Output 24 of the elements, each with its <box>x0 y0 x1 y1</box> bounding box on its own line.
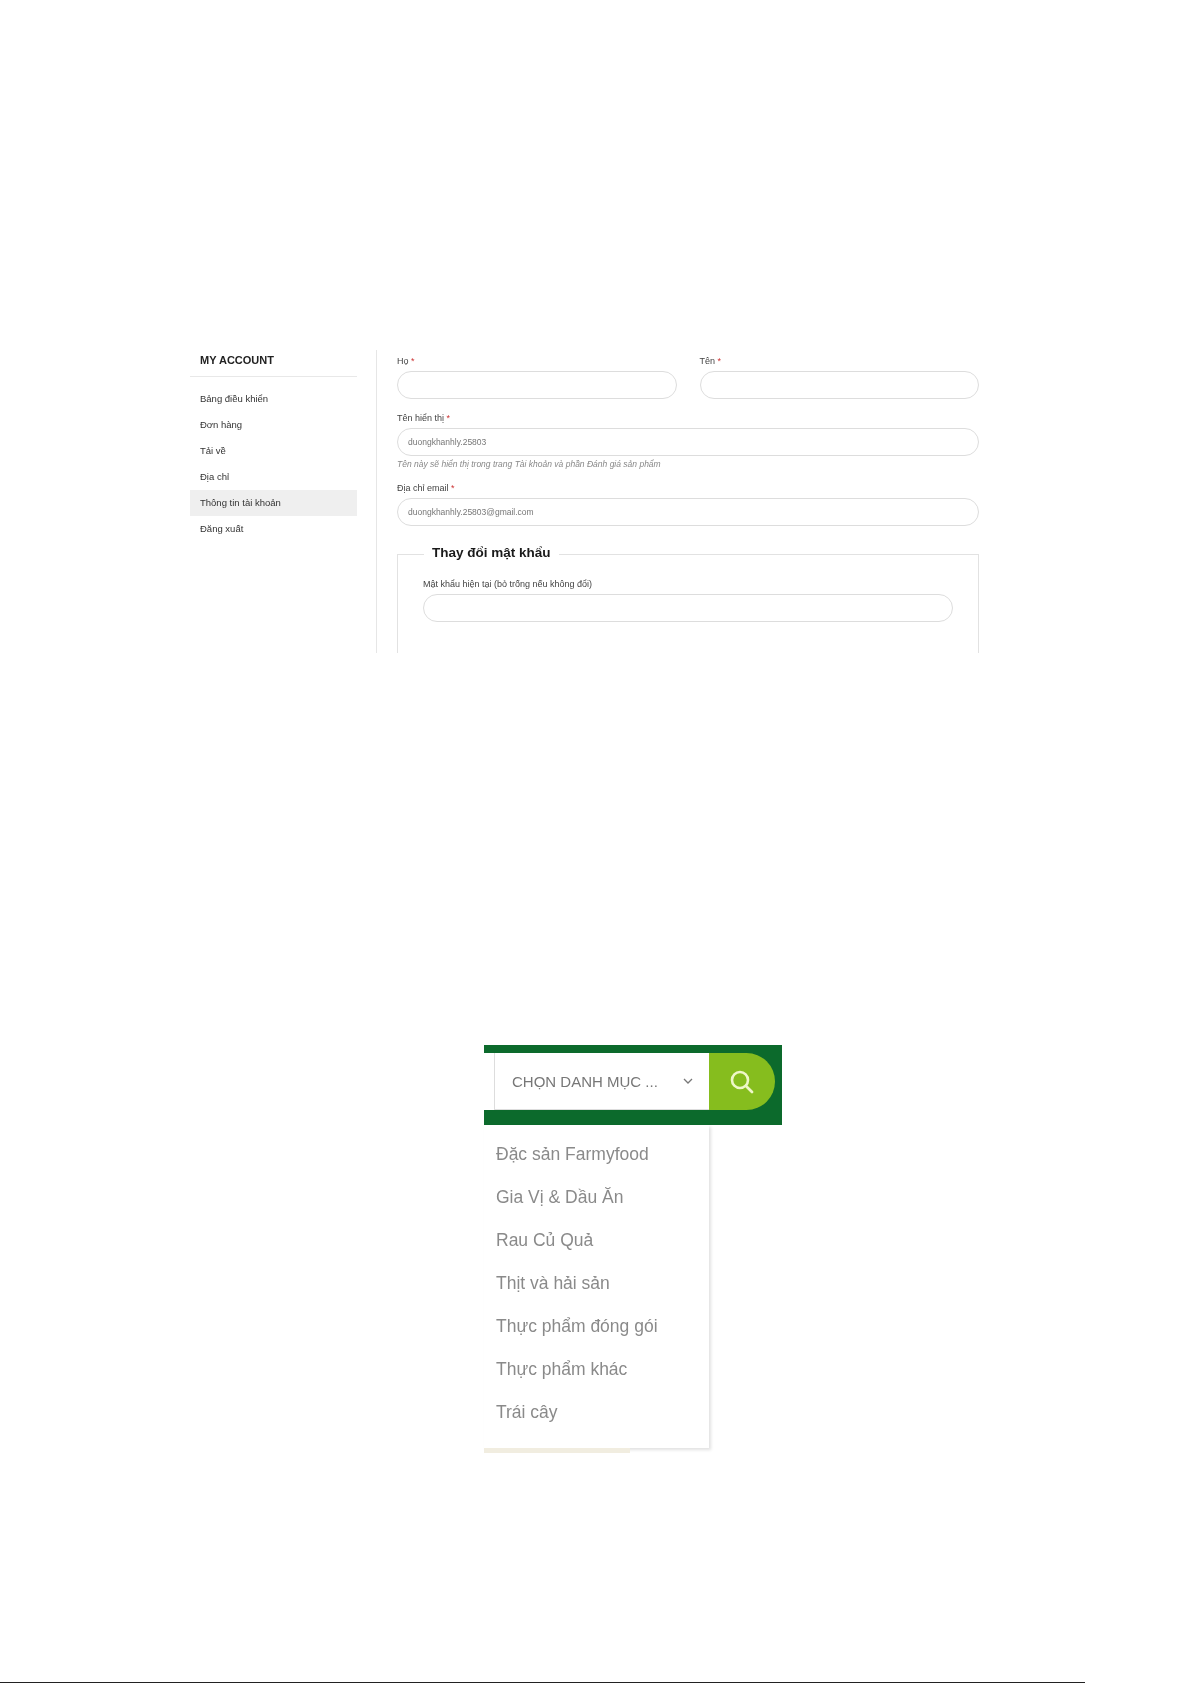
field-hint: Tên này sẽ hiển thị trong trang Tài khoản và phần Đánh giá sản phẩm <box>397 459 662 469</box>
dropdown-option[interactable]: Thịt và hải sản <box>484 1262 709 1305</box>
dropdown-option[interactable]: Rau Củ Quả <box>484 1219 709 1262</box>
sidebar-item[interactable]: Đơn hàng <box>190 412 357 438</box>
chevron-down-icon <box>683 1078 693 1084</box>
sidebar-item[interactable]: Địa chỉ <box>190 464 357 490</box>
sidebar-item[interactable]: Đăng xuất <box>190 516 357 542</box>
dropdown-option[interactable]: Đặc sản Farmyfood <box>484 1133 709 1176</box>
field-label: Địa chỉ email * <box>397 483 456 493</box>
field-label: Mật khẩu hiện tại (bỏ trống nếu không đổi) <box>423 579 594 589</box>
sidebar-item[interactable]: Thông tin tài khoản <box>190 490 357 516</box>
sidebar-title: MY ACCOUNT <box>190 350 357 377</box>
dropdown-option[interactable]: Thực phẩm đóng gói <box>484 1305 709 1348</box>
sidebar-item[interactable]: Tải về <box>190 438 357 464</box>
field-label: Tên hiển thị * <box>397 413 452 423</box>
search-icon <box>729 1068 755 1095</box>
field-label: Tên * <box>699 356 723 366</box>
dropdown-option[interactable]: Trái cây <box>484 1391 709 1434</box>
field-label: Họ * <box>397 356 416 366</box>
fieldset-legend: Thay đổi mật khẩu <box>424 545 559 560</box>
dropdown-option[interactable]: Thực phẩm khác <box>484 1348 709 1391</box>
sidebar-item[interactable]: Bảng điều khiển <box>190 386 357 412</box>
dropdown-option[interactable]: Gia Vị & Dầu Ăn <box>484 1176 709 1219</box>
search-button[interactable] <box>709 1053 775 1110</box>
